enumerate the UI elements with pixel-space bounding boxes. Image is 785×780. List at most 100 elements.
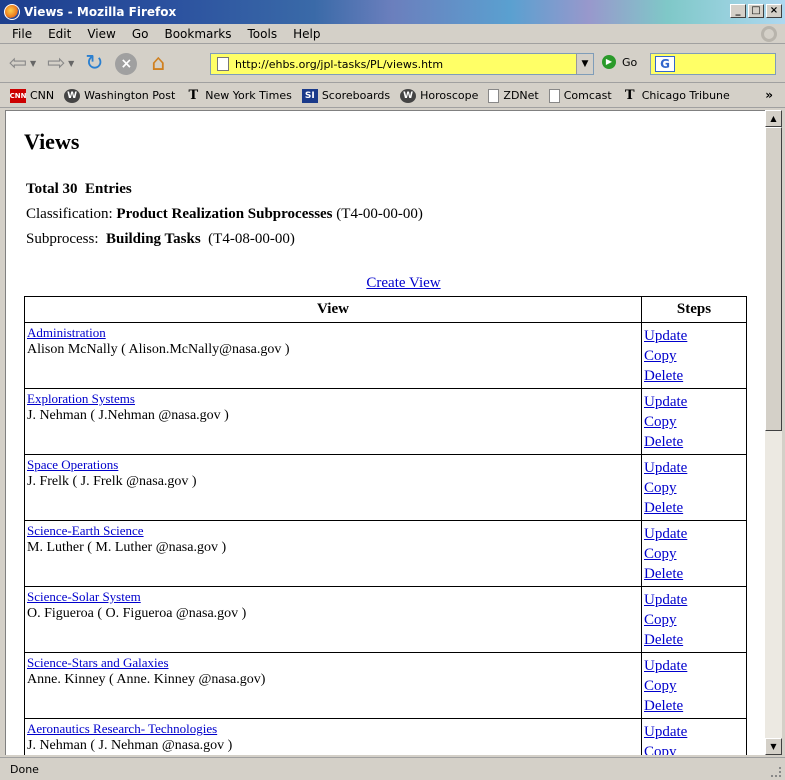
view-owner: M. Luther ( M. Luther @nasa.gov )	[27, 540, 227, 555]
update-link[interactable]: Update	[644, 590, 744, 610]
more-bookmarks-chevron-icon[interactable]: »	[765, 88, 773, 102]
view-name-link[interactable]: Aeronautics Research- Technologies	[27, 721, 217, 736]
delete-link[interactable]: Delete	[644, 630, 744, 650]
copy-link[interactable]: Copy	[644, 544, 744, 564]
bookmarks-toolbar: CNN CNN W Washington Post T New York Times …	[0, 84, 785, 108]
copy-link[interactable]: Copy	[644, 478, 744, 498]
navigation-toolbar: ⇦ ▼ ⇨ ▼ ↻ × ⌂ http://ehbs.org/jpl-tasks/…	[0, 45, 785, 83]
menu-view[interactable]: View	[87, 27, 115, 41]
total-entries: Total 30 Entries	[26, 181, 132, 197]
table-row: Aeronautics Research- Technologies J. Neh…	[24, 718, 747, 755]
bookmark-cnn[interactable]: CNN CNN	[10, 88, 54, 103]
views-table: View Steps Administration Alison McNally …	[24, 296, 747, 755]
google-search-icon[interactable]: G	[655, 56, 675, 72]
status-text: Done	[10, 762, 39, 776]
delete-link[interactable]: Delete	[644, 564, 744, 584]
page-icon	[217, 57, 229, 71]
delete-link[interactable]: Delete	[644, 432, 744, 452]
create-view-link[interactable]: Create View	[366, 275, 440, 291]
bookmark-washington-post[interactable]: W Washington Post	[64, 88, 175, 103]
scrollbar-thumb[interactable]	[765, 127, 782, 431]
menu-edit[interactable]: Edit	[48, 27, 71, 41]
view-name-link[interactable]: Science-Solar System	[27, 589, 141, 604]
forward-dropdown-icon[interactable]: ▼	[68, 59, 74, 68]
update-link[interactable]: Update	[644, 392, 744, 412]
delete-link[interactable]: Delete	[644, 696, 744, 716]
update-link[interactable]: Update	[644, 326, 744, 346]
forward-arrow-icon[interactable]: ⇨	[42, 50, 70, 78]
classification-line: Classification: Product Realization Subp…	[26, 206, 423, 222]
update-link[interactable]: Update	[644, 458, 744, 478]
bookmark-new-york-times[interactable]: T New York Times	[185, 88, 291, 103]
menu-go[interactable]: Go	[132, 27, 149, 41]
url-bar[interactable]: http://ehbs.org/jpl-tasks/PL/views.htm ▼	[210, 53, 594, 75]
go-button[interactable]: ▶ Go	[602, 55, 637, 69]
page-title: Views	[24, 129, 80, 154]
minimize-button[interactable]: _	[730, 4, 746, 18]
delete-link[interactable]: Delete	[644, 366, 744, 386]
close-button[interactable]: ×	[766, 4, 782, 18]
view-name-link[interactable]: Space Operations	[27, 457, 118, 472]
copy-link[interactable]: Copy	[644, 610, 744, 630]
chicago-tribune-icon: T	[624, 88, 635, 103]
view-name-link[interactable]: Exploration Systems	[27, 391, 135, 406]
stop-icon[interactable]: ×	[112, 50, 140, 78]
view-name-link[interactable]: Science-Stars and Galaxies	[27, 655, 169, 670]
table-row: Space Operations J. Frelk ( J. Frelk @nas…	[24, 454, 747, 521]
back-arrow-icon[interactable]: ⇦	[4, 50, 32, 78]
url-text: http://ehbs.org/jpl-tasks/PL/views.htm	[235, 57, 444, 71]
view-name-link[interactable]: Science-Earth Science	[27, 523, 144, 538]
scroll-up-arrow-icon[interactable]: ▲	[765, 110, 782, 127]
bookmark-scoreboards[interactable]: SI Scoreboards	[301, 88, 390, 103]
vertical-scrollbar[interactable]: ▲ ▼	[765, 110, 782, 755]
menu-tools[interactable]: Tools	[248, 27, 278, 41]
status-bar: Done	[0, 757, 785, 780]
throbber-icon	[761, 26, 777, 42]
washington-post-icon: W	[64, 88, 81, 103]
maximize-button[interactable]: □	[748, 4, 764, 18]
update-link[interactable]: Update	[644, 656, 744, 676]
url-dropdown-icon[interactable]: ▼	[576, 54, 593, 74]
page-icon	[488, 88, 500, 103]
resize-grip-icon[interactable]	[771, 767, 781, 777]
view-name-link[interactable]: Administration	[27, 325, 106, 340]
menu-help[interactable]: Help	[293, 27, 320, 41]
view-owner: Alison McNally ( Alison.McNally@nasa.gov…	[27, 342, 290, 357]
cnn-icon: CNN	[10, 88, 26, 103]
delete-link[interactable]: Delete	[644, 498, 744, 518]
copy-link[interactable]: Copy	[644, 742, 744, 755]
window-title: Views - Mozilla Firefox	[24, 5, 177, 19]
go-label: Go	[622, 55, 638, 69]
copy-link[interactable]: Copy	[644, 676, 744, 696]
page-content: Views Total 30 Entries Classification: P…	[5, 110, 765, 755]
update-link[interactable]: Update	[644, 524, 744, 544]
view-owner: Anne. Kinney ( Anne. Kinney @nasa.gov)	[27, 672, 266, 687]
go-arrow-icon: ▶	[602, 55, 616, 69]
menu-file[interactable]: File	[12, 27, 32, 41]
home-icon[interactable]: ⌂	[144, 50, 172, 78]
bookmark-horoscope[interactable]: W Horoscope	[400, 88, 478, 103]
back-dropdown-icon[interactable]: ▼	[30, 59, 36, 68]
nytimes-icon: T	[188, 88, 199, 103]
column-header-steps: Steps	[641, 296, 747, 323]
copy-link[interactable]: Copy	[644, 346, 744, 366]
table-row: Exploration Systems J. Nehman ( J.Nehman …	[24, 388, 747, 455]
bookmark-zdnet[interactable]: ZDNet	[488, 88, 539, 103]
view-owner: J. Nehman ( J.Nehman @nasa.gov )	[27, 408, 229, 423]
menu-bookmarks[interactable]: Bookmarks	[164, 27, 231, 41]
search-input[interactable]: G	[650, 53, 776, 75]
table-row: Administration Alison McNally ( Alison.Mc…	[24, 322, 747, 389]
copy-link[interactable]: Copy	[644, 412, 744, 432]
scroll-down-arrow-icon[interactable]: ▼	[765, 738, 782, 755]
reload-icon[interactable]: ↻	[80, 50, 108, 78]
update-link[interactable]: Update	[644, 722, 744, 742]
bookmark-chicago-tribune[interactable]: T Chicago Tribune	[622, 88, 730, 103]
bookmark-comcast[interactable]: Comcast	[548, 88, 612, 103]
table-row: Science-Stars and Galaxies Anne. Kinney (…	[24, 652, 747, 719]
firefox-icon	[4, 4, 20, 20]
title-bar: Views - Mozilla Firefox _ □ ×	[0, 0, 785, 24]
page-icon	[548, 88, 560, 103]
si-icon: SI	[301, 88, 318, 103]
view-owner: J. Nehman ( J. Nehman @nasa.gov )	[27, 738, 233, 753]
view-owner: O. Figueroa ( O. Figueroa @nasa.gov )	[27, 606, 247, 621]
